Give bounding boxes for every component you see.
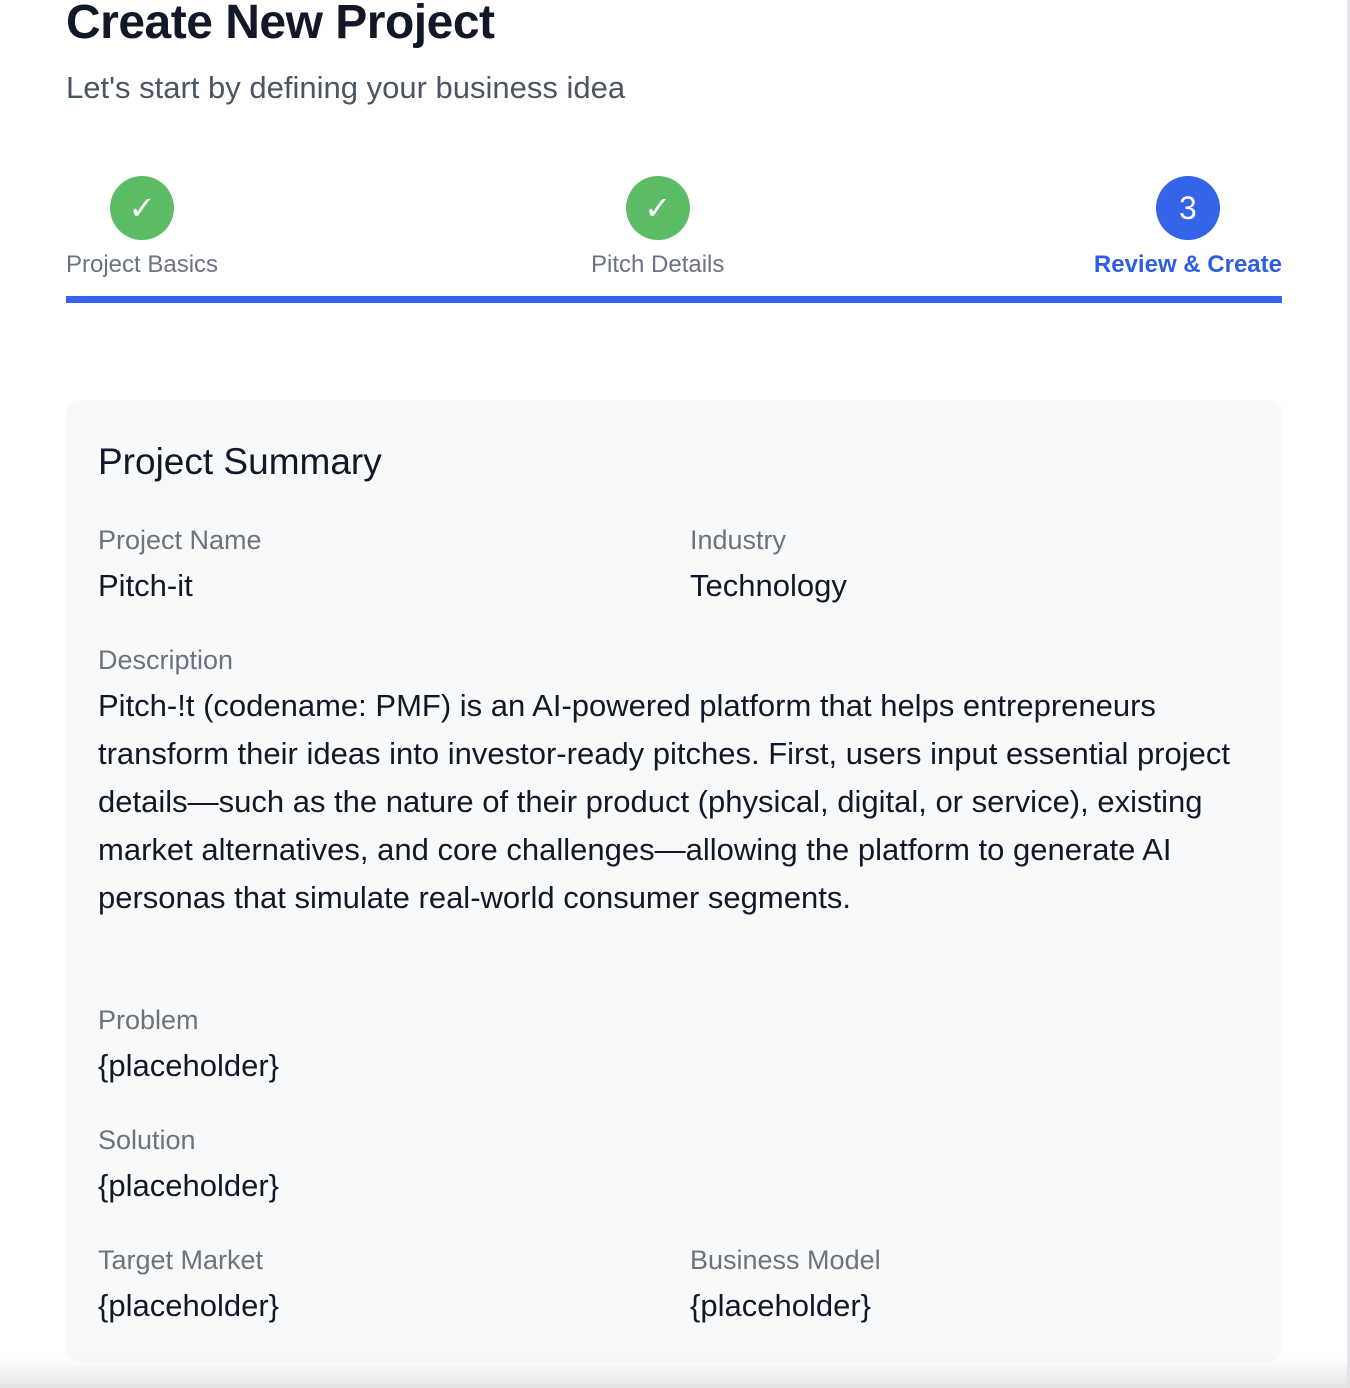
checkmark-icon: ✓	[625, 176, 690, 240]
scroll-fade	[0, 1358, 1350, 1388]
step-number-badge: 3	[1155, 176, 1220, 240]
field-label: Description	[98, 645, 234, 675]
project-summary-card: Project Summary Project Name Pitch-it In…	[66, 400, 1282, 1362]
checkmark-icon: ✓	[110, 176, 175, 240]
field-value: Pitch-it	[98, 568, 193, 603]
field-project-name: Project Name Pitch-it	[98, 522, 262, 606]
field-business-model: Business Model {placeholder}	[690, 1242, 881, 1326]
field-value: {placeholder}	[98, 1288, 279, 1323]
page-subtitle: Let's start by defining your business id…	[66, 70, 626, 105]
step-label-pitch-details: Pitch Details	[591, 251, 725, 278]
field-solution: Solution {placeholder}	[98, 1122, 279, 1206]
progress-fill	[66, 296, 1282, 303]
step-project-basics[interactable]: ✓ Project Basics	[66, 176, 218, 280]
field-label: Industry	[690, 525, 787, 555]
field-value: {placeholder}	[98, 1168, 279, 1203]
field-value: {placeholder}	[98, 1048, 279, 1083]
field-value: Technology	[690, 568, 847, 603]
field-value: Pitch-!t (codename: PMF) is an AI-powere…	[98, 688, 1230, 915]
summary-title: Project Summary	[98, 441, 382, 482]
page-title: Create New Project	[66, 0, 495, 49]
field-label: Solution	[98, 1125, 196, 1155]
field-description: Description Pitch-!t (codename: PMF) is …	[98, 642, 1258, 922]
step-pitch-details[interactable]: ✓ Pitch Details	[591, 176, 724, 280]
step-label-project-basics: Project Basics	[66, 251, 219, 278]
progress-bar	[66, 296, 1282, 303]
field-value: {placeholder}	[690, 1288, 871, 1323]
field-industry: Industry Technology	[690, 522, 847, 606]
field-problem: Problem {placeholder}	[98, 1002, 279, 1086]
step-review-create[interactable]: 3 Review & Create	[1094, 176, 1282, 280]
field-label: Project Name	[98, 525, 262, 555]
field-label: Problem	[98, 1005, 199, 1035]
stepper: ✓ Project Basics ✓ Pitch Details 3 Revie…	[66, 176, 1282, 304]
field-label: Business Model	[690, 1245, 881, 1275]
field-label: Target Market	[98, 1245, 264, 1275]
field-target-market: Target Market {placeholder}	[98, 1242, 279, 1326]
step-label-review-create: Review & Create	[1093, 251, 1282, 278]
